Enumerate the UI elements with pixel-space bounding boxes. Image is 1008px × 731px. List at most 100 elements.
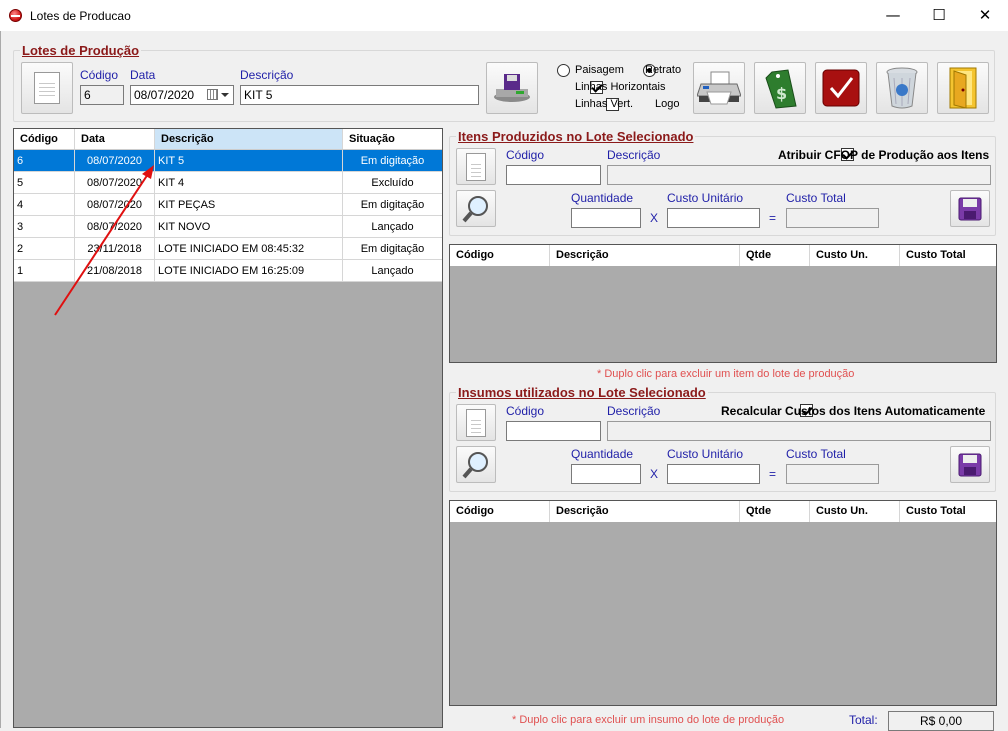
svg-text:$: $ — [776, 84, 787, 103]
itens-group-title: Itens Produzidos no Lote Selecionado — [456, 129, 696, 144]
codigo-label: Código — [80, 68, 119, 82]
itens-custo-total-label: Custo Total — [786, 191, 846, 205]
itens-custo-unit-label: Custo Unitário — [667, 191, 744, 205]
insumos-quantidade-field[interactable] — [571, 464, 641, 484]
annotation-arrow-icon — [54, 165, 154, 316]
floppy-disk-icon — [958, 453, 982, 476]
insumos-descricao-label: Descrição — [607, 404, 661, 418]
logo-label: Logo — [655, 98, 680, 110]
col-descricao[interactable]: Descrição — [550, 245, 740, 266]
cell-situacao: Excluído — [371, 177, 414, 189]
price-tag-icon: $ — [765, 69, 797, 109]
itens-descricao-field[interactable] — [607, 165, 991, 185]
printer-icon — [697, 71, 741, 105]
print-button[interactable] — [693, 62, 745, 114]
lotes-table-header: Código Data Descrição Situação — [14, 129, 442, 150]
col-custo-un[interactable]: Custo Un. — [810, 501, 900, 522]
col-custo-total[interactable]: Custo Total — [900, 245, 996, 266]
cell-descricao: LOTE INICIADO EM 16:25:09 — [155, 260, 343, 281]
confirm-button[interactable] — [815, 62, 867, 114]
insumos-new-button[interactable] — [456, 404, 496, 441]
chevron-down-icon[interactable] — [221, 93, 229, 97]
col-codigo[interactable]: Código — [450, 245, 550, 266]
itens-times: X — [650, 211, 659, 225]
col-descricao[interactable]: Descrição — [155, 129, 343, 149]
itens-custo-total-field — [786, 208, 879, 228]
magnifier-icon — [462, 451, 488, 478]
itens-search-button[interactable] — [456, 190, 496, 227]
close-button[interactable]: ✕ — [962, 0, 1008, 31]
insumos-save-button[interactable] — [950, 446, 990, 483]
new-document-icon — [466, 152, 486, 181]
itens-descricao-label: Descrição — [607, 148, 661, 162]
itens-table-header: Código Descrição Qtde Custo Un. Custo To… — [450, 245, 996, 266]
window-title: Lotes de Producao — [30, 9, 131, 23]
insumos-equals: = — [769, 467, 777, 481]
itens-save-button[interactable] — [950, 190, 990, 227]
price-button[interactable]: $ — [754, 62, 806, 114]
cell-descricao: KIT PEÇAS — [155, 194, 343, 215]
insumos-custo-total-label: Custo Total — [786, 447, 846, 461]
itens-codigo-field[interactable] — [506, 165, 601, 185]
exit-button[interactable] — [937, 62, 989, 114]
data-label: Data — [130, 68, 156, 82]
col-qtde[interactable]: Qtde — [740, 501, 810, 522]
delete-button[interactable] — [876, 62, 928, 114]
exit-door-icon — [949, 67, 977, 109]
insumos-search-button[interactable] — [456, 446, 496, 483]
itens-note: * Duplo clic para excluir um item do lot… — [597, 368, 855, 380]
maximize-button[interactable]: ☐ — [916, 0, 962, 31]
app-icon — [9, 9, 22, 22]
insumos-custo-unit-field[interactable] — [667, 464, 760, 484]
magnifier-icon — [462, 195, 488, 222]
linhas-horizontais-label: Linhas Horizontais — [575, 81, 666, 93]
cell-descricao: KIT NOVO — [155, 216, 343, 237]
total-field: R$ 0,00 — [888, 711, 994, 731]
insumos-quantidade-label: Quantidade — [571, 447, 634, 461]
codigo-field[interactable]: 6 — [80, 85, 124, 105]
itens-new-button[interactable] — [456, 148, 496, 185]
lotes-group-title: Lotes de Produção — [20, 43, 142, 58]
col-codigo[interactable]: Código — [14, 129, 75, 149]
data-field[interactable]: 08/07/2020 — [130, 85, 234, 105]
recycle-bin-icon — [886, 67, 918, 109]
cfop-label: Atribuir CFOP de Produção aos Itens — [778, 148, 990, 162]
col-custo-un[interactable]: Custo Un. — [810, 245, 900, 266]
cell-situacao: Em digitação — [360, 155, 425, 167]
cell-situacao: Lançado — [371, 265, 414, 277]
insumos-custo-total-field — [786, 464, 879, 484]
descricao-label: Descrição — [240, 68, 294, 82]
insumos-table-header: Código Descrição Qtde Custo Un. Custo To… — [450, 501, 996, 522]
linhas-vert-label: Linhas Vert. — [575, 98, 634, 110]
descricao-field[interactable]: KIT 5 — [240, 85, 479, 105]
paisagem-radio[interactable] — [557, 64, 570, 77]
cell-descricao: KIT 4 — [155, 172, 343, 193]
cell-situacao: Em digitação — [360, 199, 425, 211]
insumos-descricao-field[interactable] — [607, 421, 991, 441]
col-situacao[interactable]: Situação — [343, 129, 442, 149]
col-data[interactable]: Data — [75, 129, 155, 149]
save-lote-button[interactable] — [486, 62, 538, 114]
insumos-note: * Duplo clic para excluir um insumo do l… — [512, 714, 785, 726]
calendar-icon[interactable] — [207, 89, 218, 100]
floppy-disk-icon — [958, 197, 982, 220]
col-qtde[interactable]: Qtde — [740, 245, 810, 266]
total-label: Total: — [849, 713, 878, 727]
itens-quantidade-field[interactable] — [571, 208, 641, 228]
save-disk-icon — [494, 74, 530, 102]
data-value: 08/07/2020 — [134, 88, 195, 102]
minimize-button[interactable]: — — [870, 0, 916, 31]
insumos-codigo-field[interactable] — [506, 421, 601, 441]
col-descricao[interactable]: Descrição — [550, 501, 740, 522]
col-codigo[interactable]: Código — [450, 501, 550, 522]
col-custo-total[interactable]: Custo Total — [900, 501, 996, 522]
new-document-icon — [34, 72, 60, 104]
itens-equals: = — [769, 211, 777, 225]
itens-table[interactable]: Código Descrição Qtde Custo Un. Custo To… — [449, 244, 997, 363]
cell-descricao: LOTE INICIADO EM 08:45:32 — [155, 238, 343, 259]
paisagem-label: Paisagem — [575, 64, 624, 76]
itens-custo-unit-field[interactable] — [667, 208, 760, 228]
insumos-table[interactable]: Código Descrição Qtde Custo Un. Custo To… — [449, 500, 997, 706]
new-lote-button[interactable] — [21, 62, 73, 114]
recalc-label: Recalcular Custos dos Itens Automaticame… — [721, 404, 986, 418]
